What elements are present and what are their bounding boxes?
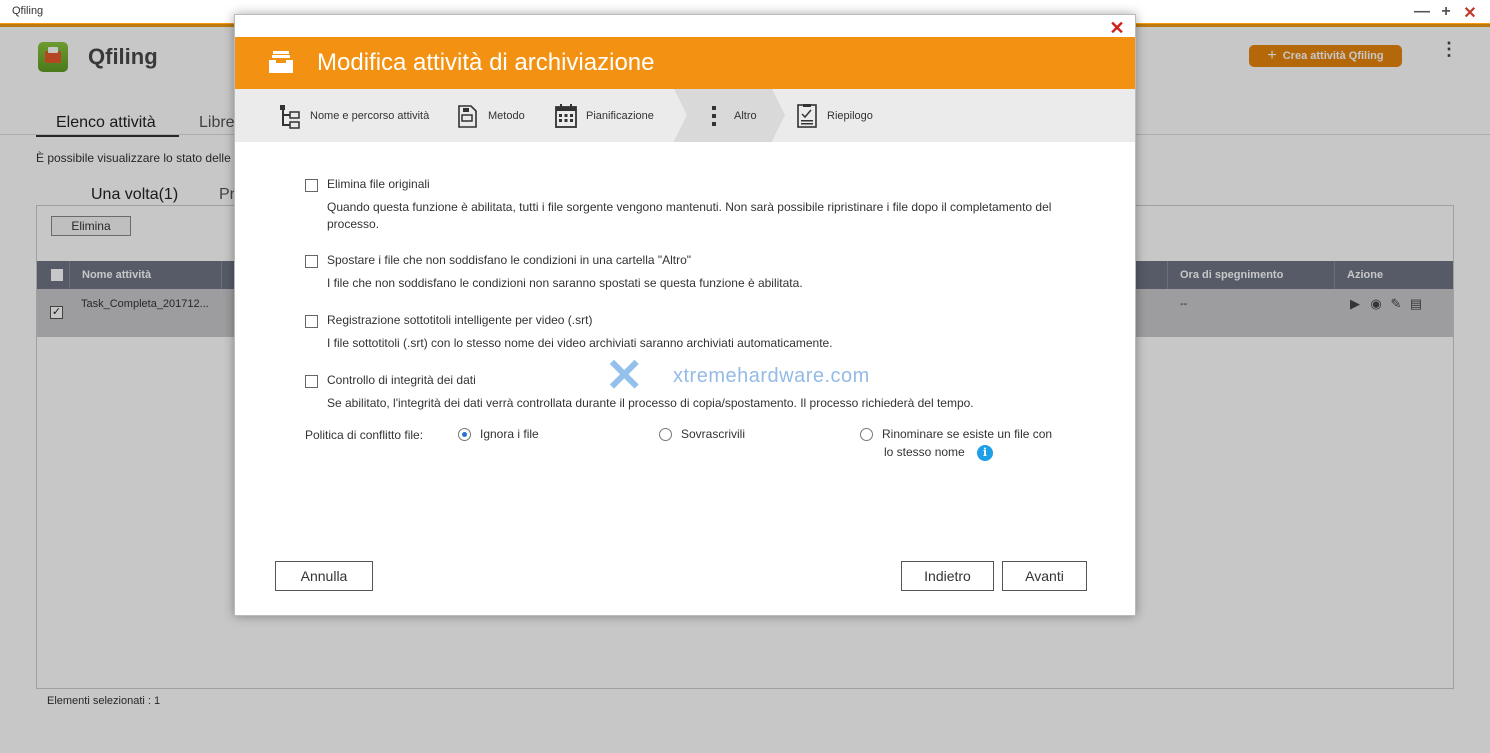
- step-method[interactable]: Metodo: [457, 89, 525, 142]
- integrity-check-checkbox[interactable]: [305, 375, 318, 388]
- back-button[interactable]: Indietro: [901, 561, 994, 591]
- step-label: Altro: [734, 109, 757, 122]
- close-window-icon[interactable]: ✕: [1461, 3, 1479, 23]
- step-schedule[interactable]: Pianificazione: [555, 89, 654, 142]
- subtitles-checkbox[interactable]: [305, 315, 318, 328]
- step-name-path[interactable]: Nome e percorso attività: [279, 89, 429, 142]
- delete-originals-checkbox[interactable]: [305, 179, 318, 192]
- window-title: Qfiling: [12, 5, 44, 17]
- radio-overwrite-label[interactable]: Sovrascrivili: [681, 427, 745, 441]
- step-label: Metodo: [488, 109, 525, 122]
- dialog-title: Modifica attività di archiviazione: [317, 49, 655, 76]
- checklist-icon: [797, 103, 817, 128]
- wizard-steps: Nome e percorso attività Metodo Pianific…: [235, 89, 1135, 142]
- cancel-button[interactable]: Annulla: [275, 561, 373, 591]
- close-icon[interactable]: ✕: [1109, 18, 1125, 39]
- step-arrow: [674, 89, 687, 141]
- document-method-icon: [458, 104, 477, 128]
- option-description: Quando questa funzione è abilitata, tutt…: [327, 200, 1052, 231]
- step-other[interactable]: Altro: [703, 89, 757, 142]
- watermark-x-icon: ✕: [605, 349, 644, 401]
- step-arrow-active: [772, 89, 785, 141]
- radio-rename-label-2[interactable]: lo stesso nome: [884, 445, 965, 459]
- edit-archive-task-dialog: ✕ Modifica attività di archiviazione Nom…: [234, 14, 1136, 616]
- conflict-policy-label: Politica di conflitto file:: [305, 428, 424, 442]
- step-label: Nome e percorso attività: [310, 109, 430, 122]
- radio-rename-label[interactable]: Rinominare se esiste un file con: [882, 427, 1052, 441]
- watermark-text: xtremehardware.com: [673, 365, 870, 387]
- step-label: Riepilogo: [827, 109, 873, 122]
- radio-ignore-label[interactable]: Ignora i file: [480, 427, 539, 441]
- move-other-checkbox[interactable]: [305, 255, 318, 268]
- radio-overwrite[interactable]: [659, 428, 672, 441]
- option-description: I file che non soddisfano le condizioni …: [327, 276, 803, 290]
- folder-tree-icon: [280, 104, 300, 129]
- option-label: Spostare i file che non soddisfano le co…: [327, 253, 692, 267]
- maximize-icon[interactable]: +: [1437, 3, 1455, 21]
- option-label: Controllo di integrità dei dati: [327, 373, 476, 387]
- option-label: Registrazione sottotitoli intelligente p…: [327, 313, 593, 327]
- more-vertical-icon: [712, 105, 716, 126]
- info-icon[interactable]: i: [977, 445, 993, 461]
- radio-rename[interactable]: [860, 428, 873, 441]
- dialog-header: Modifica attività di archiviazione: [235, 37, 1135, 89]
- watermark: ✕ xtremehardware.com: [605, 349, 869, 401]
- calendar-icon: [555, 103, 577, 128]
- next-button[interactable]: Avanti: [1002, 561, 1087, 591]
- step-summary[interactable]: Riepilogo: [796, 89, 873, 142]
- radio-ignore[interactable]: [458, 428, 471, 441]
- option-label: Elimina file originali: [327, 177, 430, 191]
- minimize-icon[interactable]: —: [1413, 3, 1431, 21]
- step-label: Pianificazione: [586, 109, 654, 122]
- archive-tray-icon: [269, 51, 293, 73]
